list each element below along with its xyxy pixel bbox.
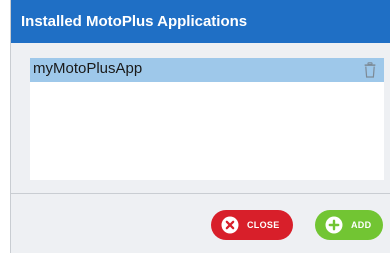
dialog-title: Installed MotoPlus Applications <box>21 13 248 30</box>
add-circle-icon <box>325 216 343 234</box>
close-button-label: CLOSE <box>247 220 280 230</box>
dialog-title-bar: Installed MotoPlus Applications <box>11 0 390 43</box>
installed-apps-dialog: Installed MotoPlus Applications myMotoPl… <box>10 0 390 253</box>
add-button-label: ADD <box>351 220 372 230</box>
list-item-label: myMotoPlusApp <box>33 60 143 77</box>
add-button[interactable]: ADD <box>315 210 383 240</box>
close-button[interactable]: CLOSE <box>211 210 293 240</box>
dialog-body: myMotoPlusApp <box>11 43 390 193</box>
close-circle-icon <box>221 216 239 234</box>
list-item[interactable]: myMotoPlusApp <box>30 58 384 82</box>
dialog-footer: CLOSE ADD <box>11 194 390 253</box>
trash-icon[interactable] <box>364 62 376 78</box>
applications-list: myMotoPlusApp <box>30 58 384 180</box>
